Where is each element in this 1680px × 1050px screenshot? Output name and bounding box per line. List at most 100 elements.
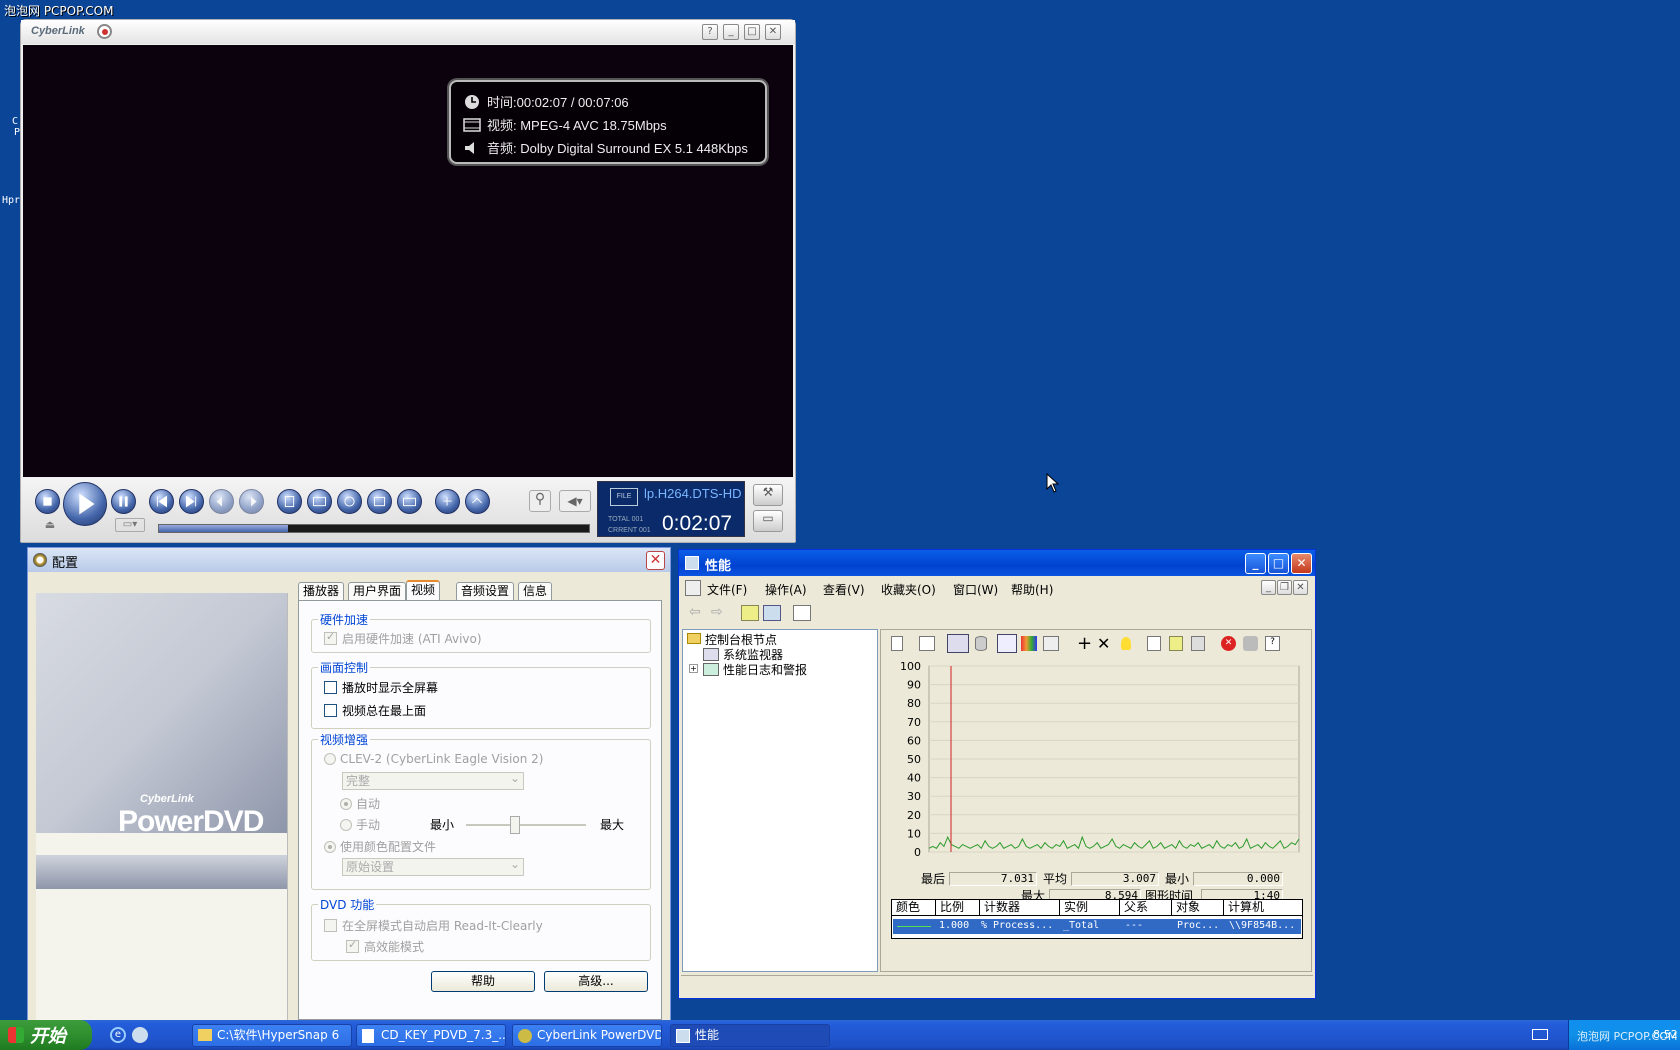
forward-button[interactable] bbox=[239, 489, 264, 514]
new-counter-set-icon[interactable] bbox=[891, 636, 903, 651]
highlight-icon[interactable] bbox=[1121, 637, 1131, 650]
back-icon[interactable]: ⇦ bbox=[689, 604, 701, 620]
config-titlebar[interactable]: 配置 ✕ bbox=[28, 548, 670, 572]
col-scale[interactable]: 比例 bbox=[936, 900, 980, 916]
tab-audio[interactable]: 音频设置 bbox=[456, 582, 515, 600]
stop-button[interactable] bbox=[35, 489, 60, 514]
update-data-icon[interactable] bbox=[1243, 636, 1258, 651]
tab-player[interactable]: 播放器 bbox=[298, 582, 345, 600]
add-icon[interactable]: + bbox=[1077, 633, 1092, 654]
view-report-icon[interactable] bbox=[1043, 636, 1059, 651]
expand-icon[interactable]: + bbox=[689, 664, 698, 673]
capture-button[interactable] bbox=[397, 489, 422, 514]
strength-slider-track[interactable] bbox=[466, 824, 586, 826]
subtitle-button[interactable] bbox=[307, 489, 332, 514]
task-cdkey[interactable]: CD_KEY_PDVD_7.3_... bbox=[356, 1024, 506, 1047]
table-row[interactable]: 1.000 % Process... _Total --- Proc... \\… bbox=[893, 919, 1301, 934]
start-button[interactable]: 开始 bbox=[0, 1020, 92, 1050]
record-icon[interactable] bbox=[97, 24, 112, 39]
col-counter[interactable]: 计数器 bbox=[980, 900, 1060, 916]
col-color[interactable]: 颜色 bbox=[892, 900, 936, 916]
profile-select[interactable]: 原始设置 bbox=[342, 856, 524, 876]
pause-button[interactable] bbox=[111, 489, 136, 514]
col-computer[interactable]: 计算机 bbox=[1224, 900, 1302, 916]
audio-stream-button[interactable] bbox=[367, 489, 392, 514]
powerdvd-titlebar[interactable]: CyberLink ? _ □ ✕ bbox=[21, 20, 795, 44]
mdi-minimize-button[interactable]: _ bbox=[1261, 580, 1276, 595]
clear-display-icon[interactable] bbox=[919, 636, 935, 651]
menu-button[interactable] bbox=[277, 489, 302, 514]
disc-icon[interactable]: ▭▾ bbox=[115, 518, 145, 532]
minimize-button[interactable]: _ bbox=[1245, 553, 1266, 574]
fullscreen-checkbox[interactable]: 播放时显示全屏幕 bbox=[324, 679, 438, 696]
auto-radio[interactable]: 自动 bbox=[340, 795, 380, 812]
menu-window[interactable]: 窗口(W) bbox=[953, 581, 998, 598]
keyboard-icon[interactable] bbox=[1532, 1029, 1548, 1040]
perf-titlebar[interactable]: 性能 _ □ ✕ bbox=[679, 550, 1315, 576]
task-hypersnap[interactable]: C:\软件\HyperSnap 6 bbox=[192, 1024, 352, 1047]
mdi-restore-button[interactable]: ❐ bbox=[1277, 580, 1292, 595]
minimize-button[interactable]: _ bbox=[723, 24, 739, 40]
view-log-data-icon[interactable] bbox=[975, 636, 987, 651]
menu-favorites[interactable]: 收藏夹(O) bbox=[881, 581, 936, 598]
col-instance[interactable]: 实例 bbox=[1060, 900, 1120, 916]
previous-button[interactable] bbox=[149, 489, 174, 514]
play-button[interactable] bbox=[63, 482, 107, 526]
view-current-activity-icon[interactable] bbox=[947, 634, 969, 653]
help-button[interactable]: ? bbox=[702, 24, 718, 40]
tab-info[interactable]: 信息 bbox=[518, 582, 553, 600]
video-area[interactable]: 时间:00:02:07 / 00:07:06 视频: MPEG-4 AVC 18… bbox=[23, 45, 793, 477]
menu-view[interactable]: 查看(V) bbox=[823, 581, 865, 598]
ric-checkbox[interactable]: 在全屏模式自动启用 Read-It-Clearly bbox=[324, 917, 543, 934]
tools-icon[interactable]: ⚒ bbox=[753, 484, 783, 506]
menu-help[interactable]: 帮助(H) bbox=[1011, 581, 1053, 598]
freeze-display-icon[interactable]: ✕ bbox=[1221, 636, 1236, 651]
col-parent[interactable]: 父系 bbox=[1120, 900, 1172, 916]
angle-button[interactable] bbox=[337, 489, 362, 514]
close-button[interactable]: ✕ bbox=[646, 551, 665, 570]
tab-video[interactable]: 视频 bbox=[406, 580, 441, 601]
maximize-button[interactable]: □ bbox=[744, 24, 760, 40]
clock[interactable]: 8:52 bbox=[1653, 1028, 1678, 1041]
zoom-button[interactable] bbox=[465, 489, 490, 514]
forward-icon[interactable]: ⇨ bbox=[711, 604, 723, 620]
color-profile-radio[interactable]: 使用颜色配置文件 bbox=[324, 838, 436, 855]
eject-icon[interactable]: ⏏ bbox=[41, 518, 59, 532]
view-histogram-icon[interactable] bbox=[1021, 636, 1037, 651]
strength-slider-thumb[interactable] bbox=[510, 816, 520, 834]
help-icon[interactable]: ? bbox=[1265, 636, 1280, 651]
manual-radio[interactable]: 手动 bbox=[340, 816, 380, 833]
rewind-button[interactable] bbox=[209, 489, 234, 514]
clev-mode-select[interactable]: 完整 bbox=[342, 770, 524, 790]
help-button[interactable]: 帮助 bbox=[431, 971, 535, 992]
hq-checkbox[interactable]: 高效能模式 bbox=[346, 938, 424, 955]
ie-icon[interactable]: e bbox=[110, 1027, 126, 1043]
volume-icon[interactable]: ◀▾ bbox=[559, 490, 591, 512]
console-icon[interactable] bbox=[685, 580, 701, 596]
up-folder-icon[interactable] bbox=[741, 605, 759, 621]
show-tree-icon[interactable] bbox=[763, 605, 781, 621]
maximize-button[interactable]: □ bbox=[1268, 553, 1289, 574]
navigation-button[interactable] bbox=[435, 489, 460, 514]
task-performance[interactable]: 性能 bbox=[670, 1024, 830, 1047]
paste-counter-list-icon[interactable] bbox=[1169, 636, 1183, 651]
copy-properties-icon[interactable] bbox=[1147, 636, 1161, 651]
advanced-button[interactable]: 高级... bbox=[544, 971, 648, 992]
expand-icon[interactable]: ▭ bbox=[753, 510, 783, 532]
close-button[interactable]: ✕ bbox=[1291, 553, 1312, 574]
hw-accel-checkbox[interactable]: 启用硬件加速 (ATI Avivo) bbox=[324, 630, 482, 647]
next-button[interactable] bbox=[179, 489, 204, 514]
quicklaunch-icon[interactable] bbox=[132, 1027, 148, 1043]
properties-icon[interactable] bbox=[1191, 636, 1205, 651]
clev-radio[interactable]: CLEV-2 (CyberLink Eagle Vision 2) bbox=[324, 752, 543, 766]
seek-bar[interactable] bbox=[158, 524, 590, 533]
view-graph-icon[interactable] bbox=[997, 634, 1017, 653]
walk-icon[interactable]: ⚲ bbox=[529, 490, 551, 512]
close-button[interactable]: ✕ bbox=[765, 24, 781, 40]
delete-icon[interactable]: ✕ bbox=[1097, 634, 1110, 653]
help-topic-icon[interactable] bbox=[793, 605, 811, 621]
tab-ui[interactable]: 用户界面 bbox=[348, 582, 407, 600]
tree-perf-logs[interactable]: 性能日志和警报 bbox=[723, 661, 807, 678]
menu-action[interactable]: 操作(A) bbox=[765, 581, 807, 598]
task-powerdvd[interactable]: CyberLink PowerDVD bbox=[512, 1024, 662, 1047]
